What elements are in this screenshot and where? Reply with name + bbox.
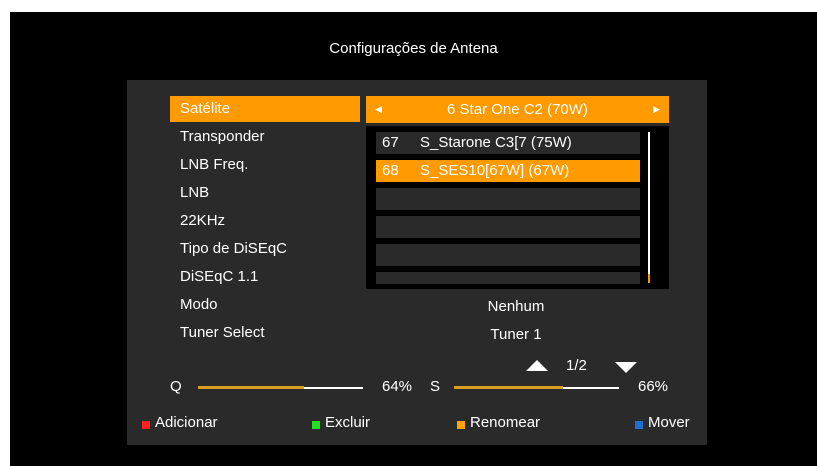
list-item-name: S_Starone C3[7 (75W) bbox=[420, 134, 572, 151]
quality-bar-fill bbox=[198, 386, 304, 389]
strength-percent: 66% bbox=[638, 378, 669, 395]
menu-item-tuner-select[interactable]: Tuner Select bbox=[170, 320, 360, 346]
page-title: Configurações de Antena bbox=[329, 40, 498, 57]
strength-bar-fill bbox=[454, 386, 563, 389]
menu-item-transponder[interactable]: Transponder bbox=[170, 124, 360, 150]
list-item-empty[interactable] bbox=[376, 272, 640, 284]
menu-item-22khz[interactable]: 22KHz bbox=[170, 208, 360, 234]
menu-item-lnb[interactable]: LNB bbox=[170, 180, 360, 206]
quality-label: Q bbox=[170, 378, 182, 395]
satellite-selector[interactable]: ◀ 6 Star One C2 (70W) ▶ bbox=[366, 96, 669, 123]
scrollbar[interactable] bbox=[648, 132, 650, 283]
tuner-value: Tuner 1 bbox=[490, 326, 542, 343]
modo-value: Nenhum bbox=[487, 298, 545, 315]
menu-item-lnb-freq[interactable]: LNB Freq. bbox=[170, 152, 360, 178]
list-item-empty[interactable] bbox=[376, 216, 640, 238]
satellite-dropdown-list: 67 S_Starone C3[7 (75W) 68 S_SES10[67W] … bbox=[366, 126, 669, 289]
page-up-icon[interactable] bbox=[526, 360, 548, 371]
list-item-empty[interactable] bbox=[376, 244, 640, 266]
list-item-number: 68 bbox=[382, 162, 399, 179]
legend-renomear: Renomear bbox=[470, 414, 541, 431]
page-down-icon[interactable] bbox=[615, 362, 637, 373]
list-item-number: 67 bbox=[382, 134, 399, 151]
green-key-icon bbox=[312, 421, 320, 429]
arrow-right-icon[interactable]: ▶ bbox=[653, 96, 660, 123]
yellow-key-icon bbox=[457, 421, 465, 429]
scrollbar-thumb[interactable] bbox=[648, 274, 650, 283]
menu-item-modo[interactable]: Modo bbox=[170, 292, 360, 318]
strength-label: S bbox=[430, 378, 441, 395]
legend-mover: Mover bbox=[648, 414, 690, 431]
page-indicator: 1/2 bbox=[566, 357, 587, 374]
list-item-name: S_SES10[67W] (67W) bbox=[420, 162, 570, 179]
blue-key-icon bbox=[635, 421, 643, 429]
list-item-empty[interactable] bbox=[376, 188, 640, 210]
menu-item-satelite[interactable]: Satélite bbox=[170, 96, 360, 122]
quality-percent: 64% bbox=[382, 378, 413, 395]
strength-bar bbox=[454, 386, 619, 389]
list-item[interactable]: 68 S_SES10[67W] (67W) bbox=[376, 160, 640, 182]
satellite-value: 6 Star One C2 (70W) bbox=[447, 101, 588, 118]
quality-bar bbox=[198, 386, 363, 389]
menu-item-diseqc-11[interactable]: DiSEqC 1.1 bbox=[170, 264, 360, 290]
menu-item-diseqc-type[interactable]: Tipo de DiSEqC bbox=[170, 236, 360, 262]
legend-adicionar: Adicionar bbox=[155, 414, 218, 431]
legend-excluir: Excluir bbox=[325, 414, 371, 431]
list-item[interactable]: 67 S_Starone C3[7 (75W) bbox=[376, 132, 640, 154]
tv-screen: Configurações de Antena Satélite Transpo… bbox=[10, 12, 817, 466]
red-key-icon bbox=[142, 421, 150, 429]
